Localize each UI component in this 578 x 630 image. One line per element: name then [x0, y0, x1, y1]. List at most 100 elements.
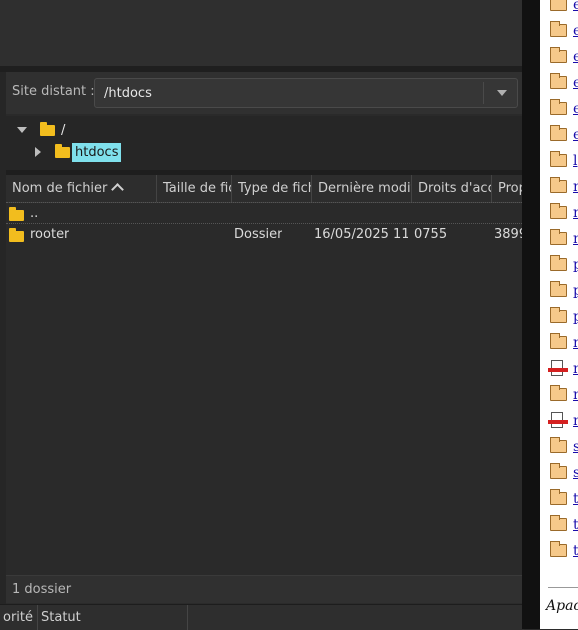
directory-link[interactable]: n [573, 205, 578, 221]
combo-separator [483, 82, 484, 104]
directory-link[interactable]: s [573, 439, 578, 455]
folder-icon [550, 437, 567, 453]
directory-link[interactable]: n [573, 335, 578, 351]
folder-icon [40, 121, 55, 136]
directory-link[interactable]: e [573, 0, 578, 13]
list-item: s [540, 459, 578, 485]
tree-item-label: htdocs [72, 142, 122, 162]
directory-link[interactable]: e [573, 49, 578, 65]
browser-directory-listing: Apache eeeeeelnnnpppnnnnssttt [540, 0, 578, 629]
folder-icon [550, 73, 567, 89]
folder-icon [550, 515, 567, 531]
sort-ascending-icon [111, 183, 125, 196]
list-item: p [540, 251, 578, 277]
directory-link[interactable]: t [573, 517, 578, 533]
folder-icon [550, 177, 567, 193]
list-item: e [540, 0, 578, 17]
window-divider [522, 0, 540, 629]
list-item: t [540, 485, 578, 511]
folder-icon [550, 99, 567, 115]
directory-link[interactable]: t [573, 491, 578, 507]
folder-icon [550, 463, 567, 479]
file-icon [548, 412, 568, 428]
table-row[interactable]: rooter Dossier 16/05/2025 11... 0755 389… [6, 224, 522, 246]
folder-icon [550, 47, 567, 63]
directory-link[interactable]: n [573, 179, 578, 195]
chevron-down-icon[interactable] [497, 90, 507, 96]
list-item: l [540, 147, 578, 173]
folder-icon [9, 228, 24, 242]
file-name: .. [30, 206, 39, 221]
list-item: e [540, 121, 578, 147]
tree-item-htdocs[interactable]: htdocs [35, 141, 122, 163]
list-item: e [540, 17, 578, 43]
transfer-queue-header: orité Statut [0, 604, 524, 630]
column-header-priority[interactable]: orité [0, 605, 38, 630]
file-list-status-bar: 1 dossier [6, 575, 522, 603]
file-permissions: 0755 [414, 227, 448, 242]
folder-icon [550, 541, 567, 557]
column-header-status[interactable]: Statut [38, 605, 188, 630]
server-signature: Apache [546, 598, 578, 614]
list-item: t [540, 511, 578, 537]
table-row[interactable]: .. [6, 202, 522, 224]
directory-link[interactable]: p [573, 309, 578, 325]
folder-icon [550, 489, 567, 505]
folder-icon [550, 21, 567, 37]
directory-link[interactable]: e [573, 75, 578, 91]
remote-file-list: Nom de fichier Taille de fichier Type de… [6, 175, 522, 575]
file-icon [548, 360, 568, 376]
directory-link[interactable]: n [573, 387, 578, 403]
folder-icon [550, 307, 567, 323]
directory-link[interactable]: t [573, 543, 578, 559]
directory-link[interactable]: e [573, 101, 578, 117]
folder-icon [550, 333, 567, 349]
list-item: p [540, 303, 578, 329]
list-item: e [540, 43, 578, 69]
directory-link[interactable]: e [573, 23, 578, 39]
remote-path-value[interactable]: /htdocs [104, 86, 152, 101]
folder-icon [550, 125, 567, 141]
directory-link[interactable]: p [573, 283, 578, 299]
file-type: Dossier [234, 227, 283, 242]
directory-link[interactable]: l [573, 153, 577, 169]
list-item: n [540, 407, 578, 433]
folder-icon [550, 203, 567, 219]
remote-site-bar: Site distant : /htdocs [6, 72, 522, 114]
list-item: n [540, 329, 578, 355]
column-header-owner[interactable]: Propriétaire/Groupe [492, 175, 522, 202]
list-item: n [540, 381, 578, 407]
status-text: 1 dossier [12, 582, 72, 597]
list-item: n [540, 355, 578, 381]
tree-item-root[interactable]: / [17, 119, 65, 141]
folder-icon [550, 229, 567, 245]
directory-link[interactable]: n [573, 361, 578, 377]
list-item: e [540, 95, 578, 121]
list-item: p [540, 277, 578, 303]
column-header-filename[interactable]: Nom de fichier [6, 175, 157, 202]
column-header-size[interactable]: Taille de fichier [157, 175, 232, 202]
directory-link[interactable]: n [573, 231, 578, 247]
list-item: n [540, 225, 578, 251]
column-header-type[interactable]: Type de fichier [232, 175, 312, 202]
column-header-permissions[interactable]: Droits d'accès [412, 175, 492, 202]
directory-link[interactable]: e [573, 127, 578, 143]
remote-site-label: Site distant : [12, 84, 95, 99]
list-item: n [540, 199, 578, 225]
column-header-modified[interactable]: Dernière modification [312, 175, 412, 202]
expand-arrow-icon[interactable] [17, 127, 27, 133]
collapse-arrow-icon[interactable] [35, 147, 41, 157]
list-item: n [540, 173, 578, 199]
file-owner: 3899 [494, 227, 522, 242]
remote-path-combobox[interactable]: /htdocs [94, 78, 518, 108]
tree-item-label: / [61, 122, 66, 138]
remote-directory-tree: / htdocs [6, 116, 522, 170]
file-modified: 16/05/2025 11... [314, 227, 408, 242]
folder-icon [550, 0, 567, 11]
file-name: rooter [30, 227, 70, 242]
folder-icon [55, 143, 70, 158]
directory-link[interactable]: s [573, 465, 578, 481]
list-item: t [540, 537, 578, 563]
directory-link[interactable]: n [573, 413, 578, 429]
directory-link[interactable]: p [573, 257, 578, 273]
